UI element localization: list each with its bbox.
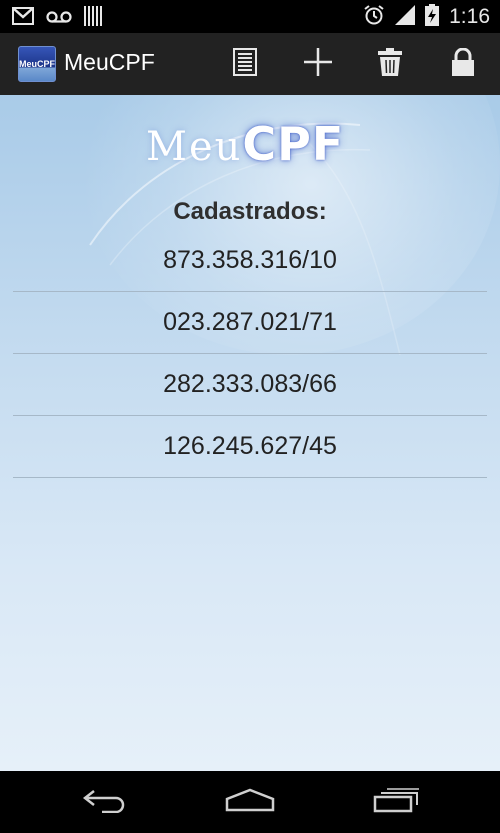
lock-icon [451,47,475,80]
delete-button[interactable] [360,33,420,95]
alarm-icon [363,4,385,30]
notification-icons [12,6,102,30]
back-icon [82,787,128,817]
home-icon [225,788,275,816]
list-item[interactable]: 126.245.627/45 [13,416,487,478]
back-button[interactable] [55,771,155,833]
status-clock: 1:16 [449,5,490,28]
screen: 1:16 MeuCPF MeuCPF Meu CPF Cadastrados: … [0,0,500,833]
status-bar: 1:16 [0,0,500,33]
app-icon[interactable]: MeuCPF [18,46,56,82]
app-title: MeuCPF [64,49,155,75]
voicemail-icon [46,9,72,28]
logo-meu: Meu [146,124,243,170]
list-item[interactable]: 023.287.021/71 [13,292,487,354]
add-button[interactable] [288,33,348,95]
system-icons: 1:16 [363,4,490,30]
main-content: Meu CPF Cadastrados: 873.358.316/10 023.… [0,95,500,771]
recent-apps-button[interactable] [347,771,447,833]
battery-icon [425,4,440,30]
gmail-icon [12,7,34,29]
list-item[interactable]: 873.358.316/10 [13,230,487,292]
list-item[interactable]: 282.333.083/66 [13,354,487,416]
cpf-list: 873.358.316/10 023.287.021/71 282.333.08… [13,230,487,478]
logo-cpf: CPF [242,117,345,171]
app-logo: Meu CPF [146,117,358,179]
app-icon-label: MeuCPF [19,59,55,69]
delete-icon [378,48,402,80]
navigation-bar [0,771,500,833]
signal-icon [395,5,416,29]
list-icon [233,48,257,80]
home-button[interactable] [200,771,300,833]
list-button[interactable] [215,33,275,95]
recent-apps-icon [373,787,421,817]
list-heading: Cadastrados: [173,198,327,225]
barcode-icon [84,6,102,30]
action-bar: MeuCPF MeuCPF [0,33,500,97]
add-icon [302,46,334,82]
lock-button[interactable] [433,33,493,95]
